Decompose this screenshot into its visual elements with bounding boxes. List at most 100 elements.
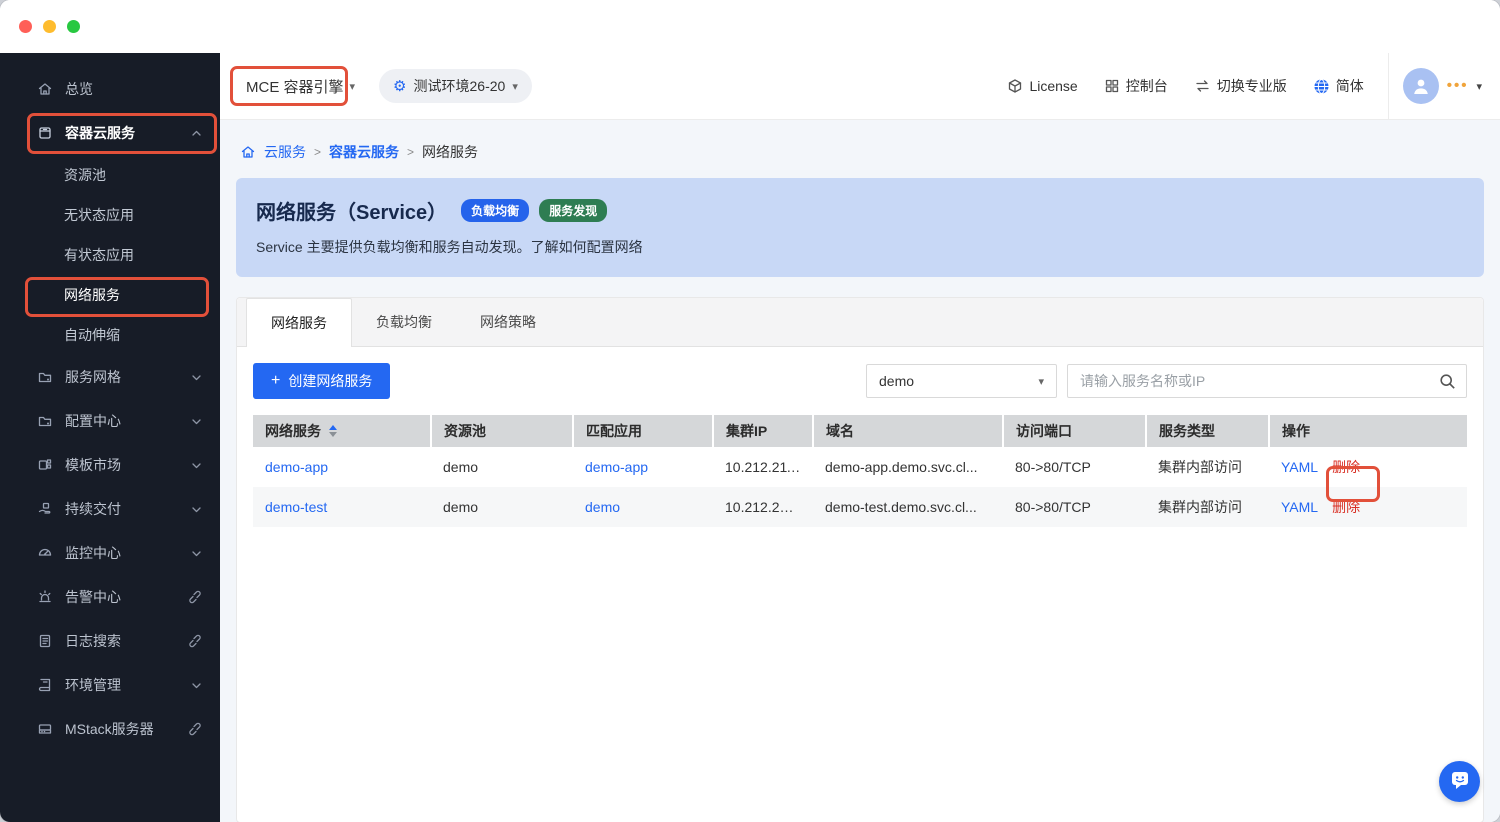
sidebar-item-label: MStack服务器: [65, 719, 188, 739]
table-actions-cell: YAML 删除: [1269, 447, 1467, 487]
delete-action[interactable]: 删除: [1332, 459, 1360, 475]
home-icon: [240, 144, 256, 160]
delete-action[interactable]: 删除: [1332, 499, 1360, 515]
topbar-action-1[interactable]: 控制台: [1104, 76, 1168, 96]
sidebar-submenu: 资源池无状态应用有状态应用网络服务自动伸缩: [0, 155, 220, 355]
chat-smile-icon: [1449, 769, 1471, 794]
delivery-icon: [36, 501, 53, 518]
search-icon[interactable]: [1439, 373, 1456, 390]
namespace-select-value: demo: [879, 373, 1038, 389]
chevron-down-icon: ▾: [1038, 375, 1044, 388]
topbar-action-0[interactable]: License: [1007, 78, 1077, 94]
services-table: 网络服务资源池匹配应用集群IP域名访问端口服务类型操作 demo-app demo…: [253, 415, 1467, 527]
topbar-action-3[interactable]: 简体: [1313, 76, 1364, 96]
chevron-up-icon: [191, 128, 202, 139]
folder-icon: [36, 369, 53, 386]
close-window-button[interactable]: [19, 20, 32, 33]
breadcrumb-item-1[interactable]: 容器云服务: [329, 142, 399, 162]
cluster-selector[interactable]: ⚙ 测试环境26-20 ▾: [379, 69, 532, 103]
page-content: 云服务>容器云服务>网络服务 网络服务（Service） 负载均衡服务发现 Se…: [220, 120, 1500, 822]
page-banner: 网络服务（Service） 负载均衡服务发现 Service 主要提供负载均衡和…: [236, 178, 1484, 277]
app-link[interactable]: demo-app: [585, 459, 648, 475]
zoom-window-button[interactable]: [67, 20, 80, 33]
template-icon: [36, 457, 53, 474]
table-cell: 80->80/TCP: [1003, 487, 1146, 527]
app-link[interactable]: demo: [585, 499, 620, 515]
topbar-action-2[interactable]: 切换专业版: [1194, 76, 1287, 96]
namespace-select[interactable]: demo ▾: [866, 364, 1057, 398]
page-description: Service 主要提供负载均衡和服务自动发现。了解如何配置网络: [256, 237, 1464, 257]
create-service-button[interactable]: + 创建网络服务: [253, 363, 390, 399]
external-link-icon: [188, 634, 202, 648]
service-name-link[interactable]: demo-app: [265, 459, 328, 475]
sidebar-item-label: 环境管理: [65, 675, 191, 695]
app-window: 总览 容器云服务资源池无状态应用有状态应用网络服务自动伸缩 服务网格 配置中心 …: [0, 0, 1500, 822]
column-header-4: 域名: [813, 415, 1003, 447]
support-chat-button[interactable]: [1439, 761, 1480, 802]
sidebar-item-9[interactable]: 环境管理: [0, 663, 220, 707]
tab-1[interactable]: 负载均衡: [352, 298, 456, 346]
table-cell: demo-app: [253, 447, 431, 487]
breadcrumb-item-0[interactable]: 云服务: [264, 142, 306, 162]
product-menu[interactable]: MCE 容器引擎 ▾: [236, 68, 365, 105]
tab-2[interactable]: 网络策略: [456, 298, 560, 346]
sidebar-subitem-0[interactable]: 资源池: [0, 155, 220, 195]
table-actions-cell: YAML 删除: [1269, 487, 1467, 527]
service-name-link[interactable]: demo-test: [265, 499, 327, 515]
chevron-down-icon: [191, 680, 202, 691]
service-panel: 网络服务负载均衡网络策略 + 创建网络服务 demo ▾: [236, 297, 1484, 822]
tab-0[interactable]: 网络服务: [246, 298, 352, 347]
user-avatar-icon[interactable]: [1403, 68, 1439, 104]
sidebar-item-5[interactable]: 持续交付: [0, 487, 220, 531]
table-cell: demo-test.demo.svc.cl...: [813, 487, 1003, 527]
chevron-down-icon: [191, 372, 202, 383]
chevron-down-icon: [191, 416, 202, 427]
table-cell: 10.212.218...: [713, 487, 813, 527]
sidebar-subitem-network-service[interactable]: 网络服务: [0, 275, 220, 315]
sidebar-item-6[interactable]: 监控中心: [0, 531, 220, 575]
topbar-action-label: License: [1029, 78, 1077, 94]
server-icon: [36, 721, 53, 738]
column-header-5: 访问端口: [1003, 415, 1146, 447]
external-link-icon: [188, 722, 202, 736]
sidebar-item-label: 配置中心: [65, 411, 191, 431]
license-icon: [1007, 78, 1023, 94]
sidebar-item-7[interactable]: 告警中心: [0, 575, 220, 619]
sidebar-item-2[interactable]: 服务网格: [0, 355, 220, 399]
search-box: [1067, 364, 1467, 398]
env-icon: [36, 677, 53, 694]
topbar-actions: License 控制台 切换专业版 简体: [1007, 76, 1387, 96]
table-row: demo-testdemodemo10.212.218...demo-test.…: [253, 487, 1467, 527]
yaml-action[interactable]: YAML: [1281, 459, 1318, 475]
console-grid-icon: [1104, 78, 1120, 94]
sidebar-subitem-1[interactable]: 无状态应用: [0, 195, 220, 235]
table-header-row: 网络服务资源池匹配应用集群IP域名访问端口服务类型操作: [253, 415, 1467, 447]
column-header-6: 服务类型: [1146, 415, 1269, 447]
table-cell: demo-app.demo.svc.cl...: [813, 447, 1003, 487]
tab-bar: 网络服务负载均衡网络策略: [237, 298, 1483, 347]
sidebar-subitem-4[interactable]: 自动伸缩: [0, 315, 220, 355]
sidebar-item-container-cloud[interactable]: 容器云服务: [0, 111, 220, 155]
sidebar-item-8[interactable]: 日志搜索: [0, 619, 220, 663]
sidebar-item-4[interactable]: 模板市场: [0, 443, 220, 487]
yaml-action[interactable]: YAML: [1281, 499, 1318, 515]
sidebar-item-10[interactable]: MStack服务器: [0, 707, 220, 751]
chevron-down-icon: [191, 460, 202, 471]
sidebar-item-0[interactable]: 总览: [0, 67, 220, 111]
table-cell: 集群内部访问: [1146, 487, 1269, 527]
user-menu[interactable]: ••• ▾: [1388, 53, 1500, 119]
sidebar-item-3[interactable]: 配置中心: [0, 399, 220, 443]
table-toolbar: + 创建网络服务 demo ▾: [237, 347, 1483, 415]
container-service-icon: [36, 125, 53, 142]
column-header-0[interactable]: 网络服务: [253, 415, 431, 447]
breadcrumb-item-2: 网络服务: [422, 142, 478, 162]
topbar-action-label: 控制台: [1126, 76, 1168, 96]
chevron-down-icon: [191, 548, 202, 559]
product-menu-label: MCE 容器引擎: [246, 76, 344, 97]
sort-icon[interactable]: [329, 425, 337, 437]
sidebar-subitem-2[interactable]: 有状态应用: [0, 235, 220, 275]
search-input[interactable]: [1080, 373, 1439, 389]
minimize-window-button[interactable]: [43, 20, 56, 33]
feature-badge: 服务发现: [539, 199, 607, 222]
sidebar-item-label: 服务网格: [65, 367, 191, 387]
